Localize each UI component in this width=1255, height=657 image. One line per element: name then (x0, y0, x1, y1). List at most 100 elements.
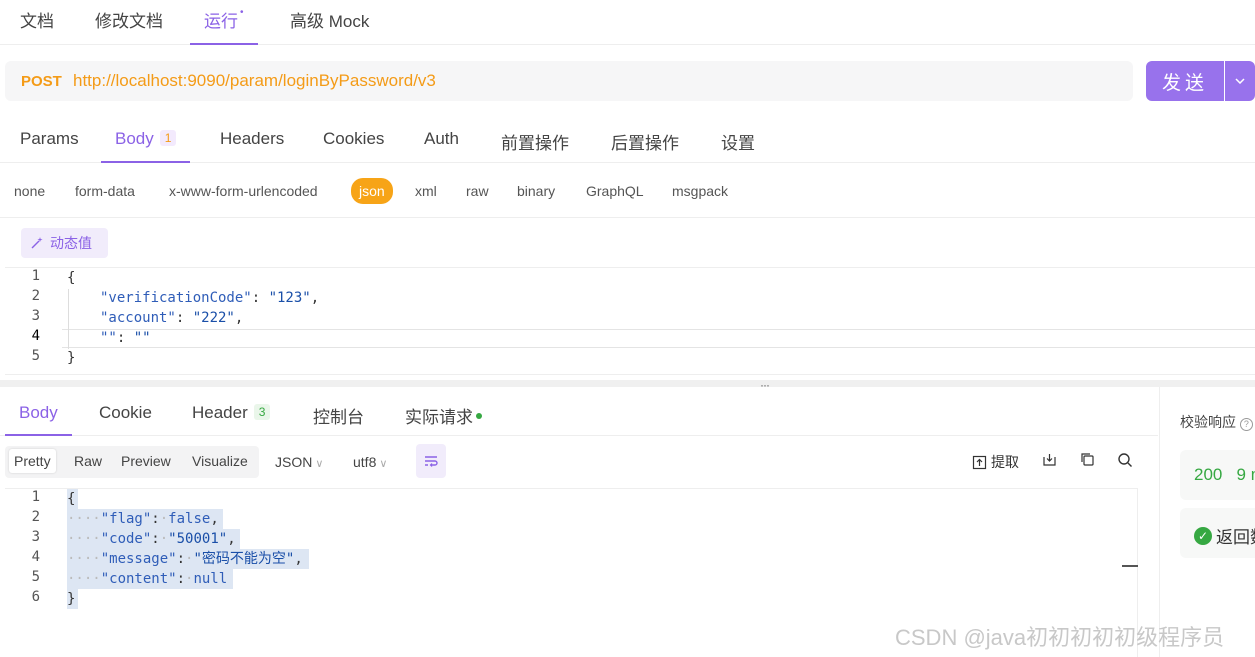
json-punct: , (210, 511, 219, 527)
response-view-switcher: Pretty Raw Preview Visualize (5, 446, 259, 478)
word-wrap-button[interactable] (416, 444, 446, 478)
code-line: } (67, 589, 79, 609)
body-type-form-data[interactable]: form-data (75, 183, 135, 199)
tab-pre-actions[interactable]: 前置操作 (501, 129, 569, 163)
tab-settings[interactable]: 设置 (721, 129, 755, 163)
line-number: 1 (31, 489, 40, 505)
resp-tab-cookie-label: Cookie (99, 403, 152, 422)
result-text: 返回数据 (1216, 528, 1255, 547)
search-button[interactable] (1117, 452, 1133, 468)
code-line: "verificationCode": "123", (100, 290, 320, 306)
watermark: CSDN @java初初初初初级程序员 (895, 625, 1225, 650)
body-type-raw[interactable]: raw (466, 183, 489, 199)
brace-close: } (67, 591, 76, 607)
json-punct: , (234, 310, 244, 326)
tab-docs-label: 文档 (20, 12, 54, 31)
send-button[interactable]: 发送 (1146, 61, 1224, 101)
body-type-msgpack[interactable]: msgpack (672, 183, 728, 199)
body-type-urlencoded[interactable]: x-www-form-urlencoded (169, 183, 318, 199)
encoding-select[interactable]: utf8 ∨ (353, 454, 387, 470)
current-line-highlight (62, 329, 1255, 348)
tab-headers[interactable]: Headers (220, 129, 284, 163)
scrollbar-marker[interactable] (1122, 565, 1138, 567)
tab-post-actions[interactable]: 后置操作 (611, 129, 679, 163)
result-line: ✓返回数据 (1194, 523, 1255, 548)
tab-body-label: Body (115, 129, 154, 148)
line-number: 3 (31, 529, 40, 545)
status-code: 200 (1194, 465, 1223, 484)
tab-cookies-label: Cookies (323, 129, 385, 148)
tab-body[interactable]: Body 1 (101, 129, 191, 163)
resp-tab-cookie[interactable]: Cookie (99, 403, 152, 436)
extract-button[interactable]: 提取 (972, 452, 1019, 472)
format-select[interactable]: JSON ∨ (275, 454, 323, 470)
line-number: 1 (31, 268, 40, 284)
brace-open: { (67, 270, 76, 286)
status-dot (476, 413, 482, 419)
body-type-graphql[interactable]: GraphQL (586, 183, 644, 199)
tab-run[interactable]: 运行 • (190, 7, 258, 45)
json-value: "" (133, 330, 151, 346)
tab-auth[interactable]: Auth (424, 129, 459, 163)
chevron-down-icon: ∨ (379, 458, 388, 470)
dynamic-value-label: 动态值 (50, 235, 92, 251)
tab-advanced-mock[interactable]: 高级 Mock (290, 7, 369, 45)
body-type-xml[interactable]: xml (415, 183, 437, 199)
json-key: "" (100, 330, 117, 346)
copy-button[interactable] (1080, 452, 1095, 467)
body-type-binary[interactable]: binary (517, 183, 555, 199)
search-icon (1118, 453, 1132, 467)
line-number: 5 (31, 569, 40, 585)
code-line: ····"content":·null (67, 569, 234, 589)
body-type-none[interactable]: none (14, 183, 45, 199)
code-line: ····"flag":·false, (67, 509, 223, 529)
tab-cookies[interactable]: Cookies (323, 129, 384, 163)
json-value: "50001" (168, 531, 228, 547)
resp-tab-header[interactable]: Header 3 (192, 403, 271, 436)
encoding-select-value: utf8 (353, 454, 377, 470)
code-line: { (67, 268, 75, 288)
json-punct: , (294, 551, 303, 567)
tab-pre-actions-label: 前置操作 (501, 134, 569, 153)
json-punct: , (227, 531, 236, 547)
response-tabs: Body Cookie Header 3 控制台 实际请求 (0, 387, 1158, 436)
tab-docs[interactable]: 文档 (20, 7, 54, 45)
tab-edit-docs[interactable]: 修改文档 (95, 7, 163, 45)
line-number: 6 (31, 589, 40, 605)
resp-tab-console[interactable]: 控制台 (313, 403, 364, 436)
tab-headers-label: Headers (220, 129, 285, 148)
tab-advanced-mock-label: 高级 Mock (290, 12, 370, 31)
help-icon[interactable]: ? (1239, 418, 1253, 431)
tab-params[interactable]: Params (20, 129, 79, 163)
url-input[interactable]: http://localhost:9090/param/loginByPassw… (73, 71, 436, 91)
send-options-button[interactable] (1225, 61, 1255, 101)
view-pretty[interactable]: Pretty (9, 449, 56, 473)
line-number: 2 (31, 288, 40, 304)
tab-edit-docs-label: 修改文档 (95, 12, 163, 31)
copy-icon (1081, 453, 1094, 466)
json-key: "code" (100, 531, 152, 547)
validation-title-text: 校验响应 (1180, 414, 1236, 430)
url-bar[interactable]: POST http://localhost:9090/param/loginBy… (5, 61, 1133, 101)
view-raw[interactable]: Raw (74, 453, 102, 469)
body-type-json[interactable]: json (351, 178, 393, 204)
resp-tab-body[interactable]: Body (5, 403, 72, 436)
resp-tab-actual-request[interactable]: 实际请求 (405, 403, 482, 436)
body-count-badge: 1 (159, 130, 177, 146)
line-number: 2 (31, 509, 40, 525)
json-value: false (168, 511, 211, 527)
download-button[interactable] (1042, 452, 1057, 467)
line-number: 3 (31, 308, 40, 324)
resp-tab-console-label: 控制台 (313, 408, 364, 427)
http-method[interactable]: POST (21, 73, 62, 90)
code-line: { (67, 489, 79, 509)
download-icon (1043, 454, 1056, 466)
panel-splitter[interactable] (0, 380, 1255, 387)
tab-settings-label: 设置 (721, 134, 755, 153)
header-count-badge: 3 (253, 404, 271, 420)
check-circle-icon: ✓ (1194, 526, 1212, 545)
dynamic-value-button[interactable]: 动态值 (21, 228, 108, 258)
view-preview[interactable]: Preview (121, 453, 171, 469)
code-line: "account": "222", (100, 310, 244, 326)
view-visualize[interactable]: Visualize (192, 453, 248, 469)
